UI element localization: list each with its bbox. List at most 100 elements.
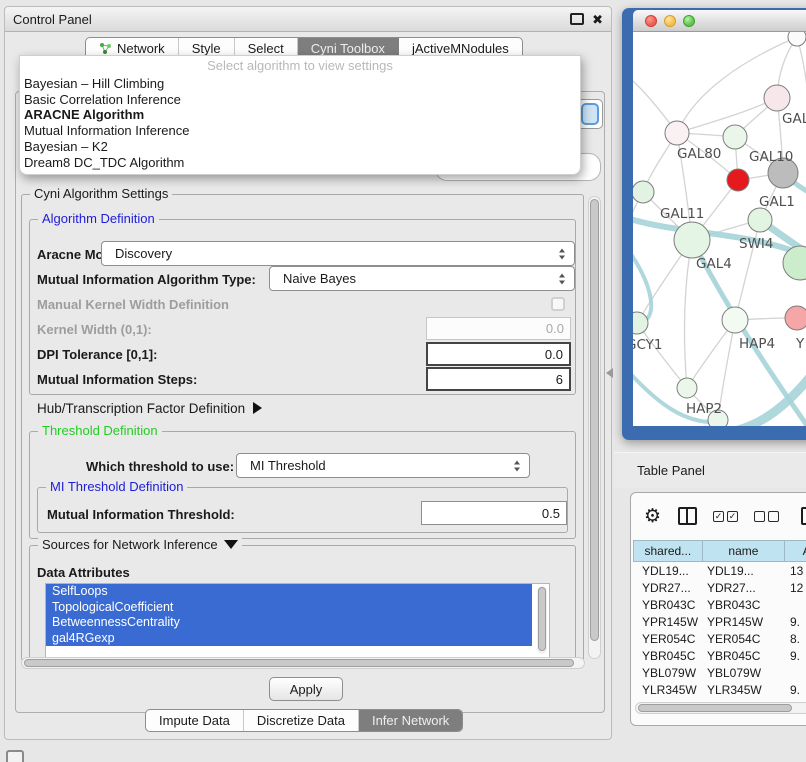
scrollbar-thumb[interactable] bbox=[24, 659, 574, 667]
algorithm-option[interactable]: ARACNE Algorithm bbox=[24, 107, 580, 123]
bottom-tab-discretize-data[interactable]: Discretize Data bbox=[244, 710, 359, 731]
kernel-width-field[interactable]: 0.0 bbox=[426, 317, 571, 340]
tab-label: Network bbox=[117, 41, 165, 56]
which-threshold-value: MI Threshold bbox=[250, 458, 326, 473]
table-cell: 8. bbox=[786, 632, 800, 646]
table-row[interactable]: YDR27...YDR27...12 bbox=[633, 579, 806, 596]
which-threshold-label: Which threshold to use: bbox=[86, 459, 234, 474]
scrollbar-thumb[interactable] bbox=[538, 587, 546, 651]
node-label: Y bbox=[795, 336, 805, 352]
zoom-traffic-light-icon[interactable] bbox=[683, 15, 695, 27]
desktop: Control Panel ✖ NetworkStyleSelectCyni T… bbox=[0, 0, 806, 762]
mi-threshold-field[interactable]: 0.5 bbox=[421, 501, 567, 525]
algorithm-option[interactable]: Bayesian – K2 bbox=[24, 139, 580, 155]
network-node[interactable] bbox=[785, 306, 806, 330]
new-table-icon[interactable] bbox=[801, 507, 806, 525]
combobox-arrow-button[interactable] bbox=[581, 103, 599, 125]
table-header-row: shared...nameA bbox=[633, 540, 806, 562]
select-all-columns-icon[interactable]: ✓ ✓ bbox=[713, 511, 738, 522]
attribute-item[interactable]: gal4RGexp bbox=[46, 631, 532, 647]
combobox-stepper-icon bbox=[559, 248, 565, 259]
attribute-item[interactable]: TopologicalCoefficient bbox=[46, 600, 532, 616]
expanded-arrow-icon[interactable] bbox=[224, 540, 238, 549]
table-cell: YER054C bbox=[703, 632, 786, 646]
network-node[interactable] bbox=[665, 121, 689, 145]
network-node[interactable] bbox=[722, 307, 748, 333]
network-node[interactable] bbox=[677, 378, 697, 398]
algorithm-option[interactable]: Basic Correlation Inference bbox=[24, 92, 580, 108]
table-row[interactable]: YLR345WYLR345W9. bbox=[633, 681, 806, 698]
minimize-traffic-light-icon[interactable] bbox=[664, 15, 676, 27]
network-window-titlebar bbox=[633, 10, 806, 32]
table-cell: YBL079W bbox=[633, 666, 703, 680]
algorithm-option[interactable]: Mutual Information Inference bbox=[24, 123, 580, 139]
algorithm-option[interactable]: Dream8 DC_TDC Algorithm bbox=[24, 155, 580, 171]
network-node[interactable] bbox=[764, 85, 790, 111]
table-row[interactable]: YBR045CYBR045C9. bbox=[633, 647, 806, 664]
table-row[interactable]: YPR145WYPR145W9. bbox=[633, 613, 806, 630]
column-header-3[interactable]: A bbox=[785, 540, 806, 562]
mi-type-value: Naive Bayes bbox=[283, 271, 356, 286]
network-canvas[interactable]: GALGAL80GAL10GAL1GAL11SWI4GAL4GCY1HAP4YH… bbox=[633, 32, 806, 426]
manual-kernel-checkbox[interactable] bbox=[551, 297, 565, 311]
mi-type-combobox[interactable]: Naive Bayes bbox=[269, 266, 575, 291]
split-columns-icon[interactable] bbox=[678, 507, 697, 525]
minimized-window-icon[interactable] bbox=[6, 750, 24, 762]
mi-steps-field[interactable]: 6 bbox=[426, 367, 571, 391]
network-node[interactable] bbox=[788, 32, 806, 46]
tab-label: Impute Data bbox=[159, 713, 230, 728]
network-node[interactable] bbox=[727, 169, 749, 191]
attributes-scrollbar[interactable] bbox=[537, 586, 547, 654]
scrollbar-thumb[interactable] bbox=[638, 704, 792, 712]
settings-horizontal-scrollbar[interactable] bbox=[21, 657, 585, 669]
attribute-item[interactable]: SelfLoops bbox=[46, 584, 532, 600]
mi-threshold-group-title: MI Threshold Definition bbox=[46, 479, 187, 494]
aracne-mode-value: Discovery bbox=[115, 246, 172, 261]
combobox-stepper-icon bbox=[514, 460, 520, 471]
attribute-item[interactable]: BetweennessCentrality bbox=[46, 615, 532, 631]
table-row[interactable]: YER054CYER054C8. bbox=[633, 630, 806, 647]
table-cell: YBR045C bbox=[703, 649, 786, 663]
float-window-icon[interactable] bbox=[570, 13, 584, 25]
network-node[interactable] bbox=[633, 312, 648, 334]
network-node[interactable] bbox=[674, 222, 710, 258]
network-node[interactable] bbox=[723, 125, 747, 149]
control-panel-titlebar: Control Panel ✖ bbox=[5, 7, 611, 32]
algorithm-dropdown-popup: Select algorithm to view settings Bayesi… bbox=[19, 55, 581, 175]
which-threshold-combobox[interactable]: MI Threshold bbox=[236, 453, 530, 478]
network-graph[interactable]: GALGAL80GAL10GAL1GAL11SWI4GAL4GCY1HAP4YH… bbox=[633, 32, 806, 426]
dpi-tolerance-field[interactable]: 0.0 bbox=[426, 342, 571, 366]
scrollbar-thumb[interactable] bbox=[590, 199, 599, 641]
bottom-tab-impute-data[interactable]: Impute Data bbox=[146, 710, 244, 731]
mi-steps-value: 6 bbox=[556, 372, 563, 387]
table-row[interactable]: YBL079WYBL079W bbox=[633, 664, 806, 681]
tab-label: Discretize Data bbox=[257, 713, 345, 728]
table-cell: YER054C bbox=[633, 632, 703, 646]
deselect-all-columns-icon[interactable] bbox=[754, 511, 779, 522]
table-cell: YIL052C bbox=[633, 700, 703, 702]
checked-box-icon: ✓ bbox=[727, 511, 738, 522]
network-node[interactable] bbox=[748, 208, 772, 232]
close-traffic-light-icon[interactable] bbox=[645, 15, 657, 27]
bottom-tab-infer-network[interactable]: Infer Network bbox=[359, 710, 462, 731]
network-node[interactable] bbox=[633, 181, 654, 203]
table-horizontal-scrollbar[interactable] bbox=[635, 702, 806, 714]
apply-button[interactable]: Apply bbox=[269, 677, 343, 701]
table-row[interactable]: YIL052CYIL052C9. bbox=[633, 698, 806, 701]
table-cell: YPR145W bbox=[703, 615, 786, 629]
collapsed-arrow-icon bbox=[253, 402, 262, 414]
table-row[interactable]: YBR043CYBR043C bbox=[633, 596, 806, 613]
column-header-2[interactable]: name bbox=[703, 540, 786, 562]
gear-icon[interactable]: ⚙ bbox=[644, 507, 661, 526]
data-attributes-list[interactable]: SelfLoopsTopologicalCoefficientBetweenne… bbox=[45, 583, 550, 659]
table-row[interactable]: YDL19...YDL19...13 bbox=[633, 562, 806, 579]
column-header-1[interactable]: shared... bbox=[633, 540, 703, 562]
settings-vertical-scrollbar[interactable] bbox=[588, 196, 601, 659]
close-icon[interactable]: ✖ bbox=[592, 13, 603, 26]
algorithm-option[interactable]: Bayesian – Hill Climbing bbox=[24, 76, 580, 92]
table-body: YDL19...YDL19...13YDR27...YDR27...12YBR0… bbox=[633, 562, 806, 701]
network-edge bbox=[797, 37, 806, 152]
aracne-mode-combobox[interactable]: Discovery bbox=[101, 241, 575, 266]
hub-definition-toggle[interactable]: Hub/Transcription Factor Definition bbox=[37, 401, 262, 416]
splitter-handle[interactable] bbox=[606, 368, 613, 378]
